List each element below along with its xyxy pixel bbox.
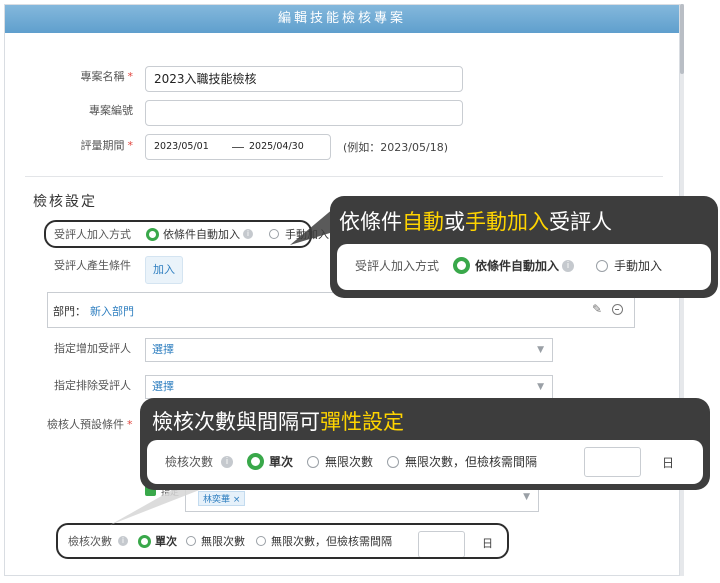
project-code-label: 專案編號 <box>89 104 133 117</box>
radio-manual[interactable] <box>596 259 609 272</box>
radio-auto[interactable] <box>453 257 471 274</box>
callout-top-card: 受評人加入方式 依條件自動加入 i 手動加入 <box>337 244 711 290</box>
period-dash <box>232 147 244 148</box>
opt-unlimited-interval-label: 無限次數，但檢核需間隔 <box>405 455 538 469</box>
period-end: 2025/04/30 <box>249 141 304 152</box>
opt-manual-label: 手動加入 <box>614 259 663 273</box>
callout-times: 檢核次數與間隔可彈性設定 檢核次數 i 單次 無限次數 無限次數，但檢核需間隔 … <box>140 398 710 490</box>
add-condition-button[interactable]: 加入 <box>145 256 183 284</box>
project-code-input[interactable] <box>145 100 463 126</box>
radio-unlimited[interactable] <box>307 455 320 468</box>
project-name-input[interactable]: 2023入職技能檢核 <box>145 66 463 92</box>
reviewer-label: 檢核人預設條件 * <box>47 418 133 431</box>
dept-key: 部門： <box>53 305 86 318</box>
callout-mid-title: 檢核次數與間隔可彈性設定 <box>152 410 404 434</box>
edit-icon[interactable]: ✎ <box>592 302 602 316</box>
section-title: 檢核設定 <box>33 194 97 210</box>
include-select[interactable]: 選擇 ▼ <box>145 338 553 362</box>
callout-add-method: 依條件自動或手動加入受評人 受評人加入方式 依條件自動加入 i 手動加入 <box>330 196 718 298</box>
info-icon[interactable]: i <box>221 455 234 468</box>
scrollbar-thumb[interactable] <box>680 4 684 74</box>
dept-value[interactable]: 新入部門 <box>90 303 134 319</box>
divider <box>25 176 663 177</box>
chevron-down-icon: ▼ <box>537 382 544 392</box>
radio-unlimited-interval[interactable] <box>387 455 400 468</box>
add-method-label: 受評人加入方式 <box>355 259 440 273</box>
chevron-down-icon: ▼ <box>523 492 530 502</box>
callout-mid-card: 檢核次數 i 單次 無限次數 無限次數，但檢核需間隔 日 <box>147 440 703 484</box>
condition-label: 受評人產生條件 <box>54 259 131 272</box>
panel-title: 編輯技能檢核專案 <box>5 5 679 33</box>
radio-once[interactable] <box>247 453 265 470</box>
opt-auto-label: 依條件自動加入 <box>475 259 560 273</box>
opt-once-label: 單次 <box>269 455 294 469</box>
period-example: (例如：2023/05/18) <box>343 141 448 154</box>
callout-top-title: 依條件自動或手動加入受評人 <box>339 210 612 234</box>
exclude-select[interactable]: 選擇 ▼ <box>145 375 553 399</box>
period-start: 2023/05/01 <box>154 141 209 152</box>
times-label: 檢核次數 <box>165 455 214 469</box>
interval-days-input[interactable] <box>584 447 641 477</box>
project-name-label: 專案名稱 * <box>80 70 134 83</box>
exclude-label: 指定排除受評人 <box>54 379 131 392</box>
chevron-down-icon: ▼ <box>537 345 544 355</box>
include-label: 指定增加受評人 <box>54 342 131 355</box>
period-label: 評量期間 * <box>80 139 134 152</box>
remove-icon[interactable] <box>612 304 623 315</box>
opt-unlimited-label: 無限次數 <box>325 455 374 469</box>
callout-add-method-row: 受評人加入方式 依條件自動加入 i 手動加入 <box>355 257 662 274</box>
unit-day: 日 <box>662 456 675 470</box>
info-icon[interactable]: i <box>562 259 575 272</box>
dept-row: 部門： 新入部門 <box>53 303 134 319</box>
callout-times-row: 檢核次數 i 單次 無限次數 無限次數，但檢核需間隔 <box>165 453 537 470</box>
